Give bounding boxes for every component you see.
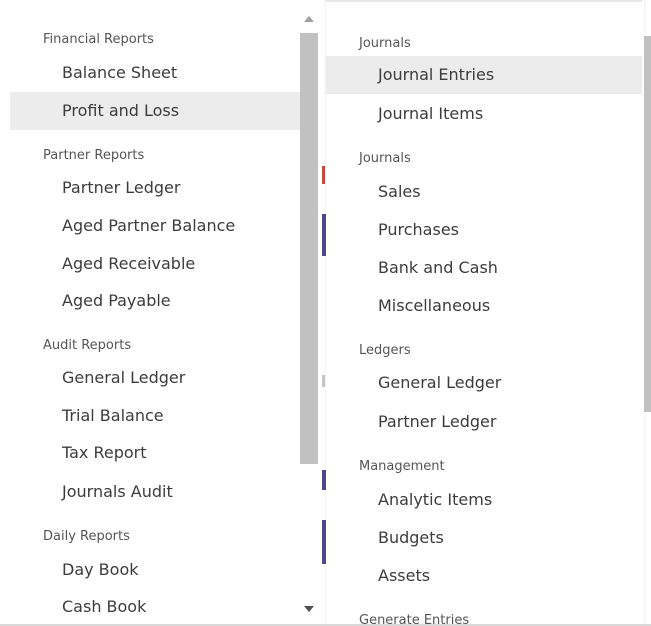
section-header-management: Management <box>359 459 445 474</box>
background-fragment <box>322 375 325 387</box>
background-fragment <box>322 166 325 184</box>
section-header-daily-reports: Daily Reports <box>43 529 130 544</box>
scrollbar-thumb[interactable] <box>300 33 318 464</box>
scrollbar-thumb[interactable] <box>644 36 651 412</box>
menu-item-tax-report[interactable]: Tax Report <box>10 434 300 472</box>
left-menu-scrollbar[interactable] <box>300 8 320 626</box>
section-header-audit-reports: Audit Reports <box>43 338 132 353</box>
menu-item-journals-audit[interactable]: Journals Audit <box>10 473 300 511</box>
menu-item-day-book[interactable]: Day Book <box>10 551 300 589</box>
section-header-journals-2: Journals <box>359 151 411 166</box>
reporting-menu: Financial Reports Balance Sheet Profit a… <box>0 0 300 626</box>
menu-item-assets[interactable]: Assets <box>326 557 642 595</box>
menu-item-balance-sheet[interactable]: Balance Sheet <box>10 54 300 92</box>
menu-item-aged-payable[interactable]: Aged Payable <box>10 282 300 320</box>
menu-item-aged-partner-balance[interactable]: Aged Partner Balance <box>10 207 300 245</box>
scroll-down-arrow-icon[interactable] <box>304 606 314 612</box>
scroll-up-arrow-icon[interactable] <box>304 16 314 22</box>
menu-item-analytic-items[interactable]: Analytic Items <box>326 481 642 519</box>
menu-item-general-ledger-2[interactable]: General Ledger <box>326 364 642 402</box>
section-header-partner-reports: Partner Reports <box>43 148 145 163</box>
menu-item-sales[interactable]: Sales <box>326 173 642 211</box>
menu-item-purchases[interactable]: Purchases <box>326 211 642 249</box>
menu-item-partner-ledger-2[interactable]: Partner Ledger <box>326 403 642 441</box>
menu-item-budgets[interactable]: Budgets <box>326 519 642 557</box>
menu-item-miscellaneous[interactable]: Miscellaneous <box>326 287 642 325</box>
menu-item-partner-ledger[interactable]: Partner Ledger <box>10 169 300 207</box>
menu-item-general-ledger[interactable]: General Ledger <box>10 359 300 397</box>
section-header-ledgers: Ledgers <box>359 343 411 358</box>
right-menu-scrollbar[interactable] <box>644 0 651 626</box>
menu-item-journal-entries[interactable]: Journal Entries <box>326 56 642 94</box>
menu-item-bank-and-cash[interactable]: Bank and Cash <box>326 249 642 287</box>
section-header-journals: Journals <box>359 36 411 51</box>
menu-item-trial-balance[interactable]: Trial Balance <box>10 397 300 435</box>
menu-item-profit-and-loss[interactable]: Profit and Loss <box>10 92 300 130</box>
menus-screen: Financial Reports Balance Sheet Profit a… <box>0 0 651 626</box>
menu-item-aged-receivable[interactable]: Aged Receivable <box>10 245 300 283</box>
accounting-menu: Journals Journal Entries Journal Items J… <box>326 0 644 626</box>
menu-item-cash-book[interactable]: Cash Book <box>10 588 300 626</box>
section-header-financial-reports: Financial Reports <box>43 32 154 47</box>
menu-item-journal-items[interactable]: Journal Items <box>326 95 642 133</box>
menu-top-divider <box>326 0 642 2</box>
